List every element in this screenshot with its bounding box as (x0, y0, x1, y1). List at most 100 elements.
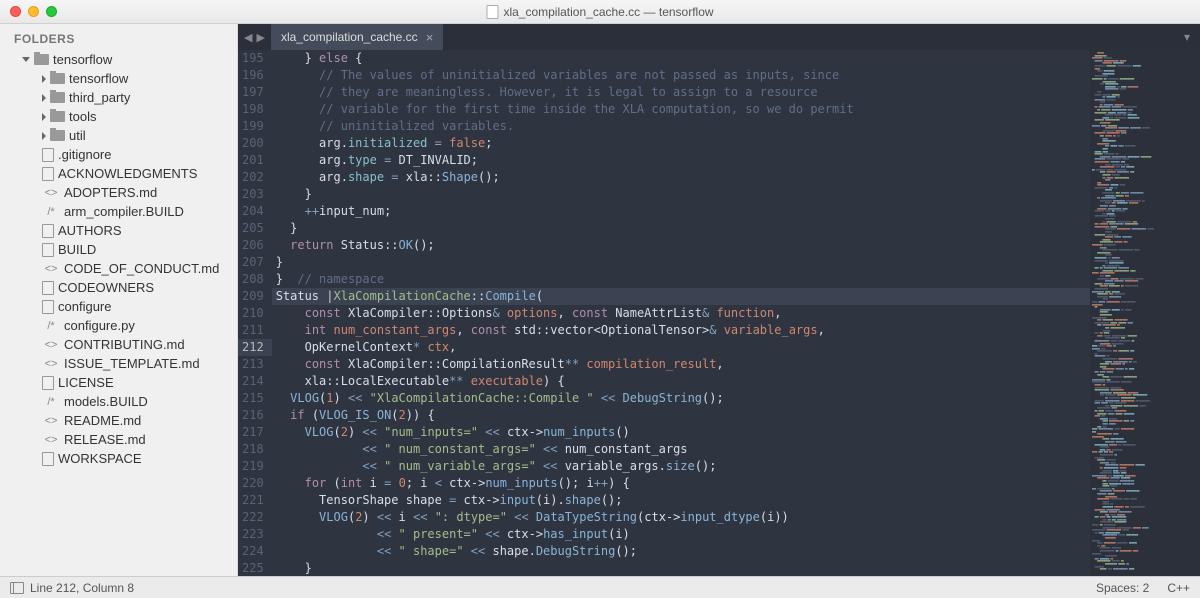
file-item[interactable]: BUILD (0, 240, 237, 259)
code-line[interactable]: } else { (272, 50, 1090, 67)
tab-menu-icon[interactable]: ▾ (1174, 24, 1200, 50)
file-item[interactable]: /*configure.py (0, 316, 237, 335)
language-status[interactable]: C++ (1167, 581, 1190, 595)
code-line[interactable]: } (272, 254, 1090, 271)
file-item[interactable]: <>ISSUE_TEMPLATE.md (0, 354, 237, 373)
gutter[interactable]: 1951961971981992002012022032042052062072… (238, 50, 272, 576)
tab-active[interactable]: xla_compilation_cache.cc × (271, 24, 443, 50)
line-number[interactable]: 203 (242, 186, 264, 203)
file-item[interactable]: <>CODE_OF_CONDUCT.md (0, 259, 237, 278)
line-number[interactable]: 209 (242, 288, 264, 305)
code-line[interactable]: // The values of uninitialized variables… (272, 67, 1090, 84)
line-number[interactable]: 206 (242, 237, 264, 254)
file-item[interactable]: ACKNOWLEDGMENTS (0, 164, 237, 183)
folder-item[interactable]: util (0, 126, 237, 145)
line-number[interactable]: 216 (242, 407, 264, 424)
editor[interactable]: 1951961971981992002012022032042052062072… (238, 50, 1200, 576)
code-line[interactable]: } (272, 560, 1090, 576)
folder-root[interactable]: tensorflow (0, 50, 237, 69)
line-number[interactable]: 196 (242, 67, 264, 84)
file-item[interactable]: <>ADOPTERS.md (0, 183, 237, 202)
line-number[interactable]: 202 (242, 169, 264, 186)
line-number[interactable]: 213 (242, 356, 264, 373)
code-line[interactable]: // variable for the first time inside th… (272, 101, 1090, 118)
chevron-right-icon[interactable] (42, 132, 46, 140)
line-number[interactable]: 210 (242, 305, 264, 322)
line-number[interactable]: 205 (242, 220, 264, 237)
code-line[interactable]: << " num_variable_args=" << variable_arg… (272, 458, 1090, 475)
file-item[interactable]: LICENSE (0, 373, 237, 392)
file-item[interactable]: .gitignore (0, 145, 237, 164)
code-line[interactable]: for (int i = 0; i < ctx->num_inputs(); i… (272, 475, 1090, 492)
code-line[interactable]: if (VLOG_IS_ON(2)) { (272, 407, 1090, 424)
line-number[interactable]: 217 (242, 424, 264, 441)
minimap[interactable]: ▄▄▄▄▄ ▄▄▄▄▄▄▄▄▄ ▄▄▄▄▄▄▄▄ ▄▄▄▄▄▄ ▄▄▄▄▄▄ ▄… (1090, 50, 1200, 576)
chevron-right-icon[interactable] (42, 113, 46, 121)
code-line[interactable]: xla::LocalExecutable** executable) { (272, 373, 1090, 390)
file-item[interactable]: /*models.BUILD (0, 392, 237, 411)
code-line[interactable]: } (272, 186, 1090, 203)
code-line[interactable]: arg.shape = xla::Shape(); (272, 169, 1090, 186)
line-number[interactable]: 222 (242, 509, 264, 526)
chevron-down-icon[interactable] (22, 57, 30, 62)
line-number[interactable]: 212 (238, 339, 272, 356)
folder-item[interactable]: tools (0, 107, 237, 126)
file-item[interactable]: /*arm_compiler.BUILD (0, 202, 237, 221)
file-item[interactable]: AUTHORS (0, 221, 237, 240)
code-line[interactable]: << " shape=" << shape.DebugString(); (272, 543, 1090, 560)
tab-next-icon[interactable]: ▶ (256, 31, 264, 44)
file-item[interactable]: CODEOWNERS (0, 278, 237, 297)
file-item[interactable]: <>README.md (0, 411, 237, 430)
chevron-right-icon[interactable] (42, 94, 46, 102)
code-line[interactable]: const XlaCompiler::CompilationResult** c… (272, 356, 1090, 373)
line-number[interactable]: 195 (242, 50, 264, 67)
code-line[interactable]: << " present=" << ctx->has_input(i) (272, 526, 1090, 543)
file-item[interactable]: configure (0, 297, 237, 316)
cursor-position[interactable]: Line 212, Column 8 (30, 581, 134, 595)
line-number[interactable]: 214 (242, 373, 264, 390)
line-number[interactable]: 198 (242, 101, 264, 118)
code-line[interactable]: OpKernelContext* ctx, (272, 339, 1090, 356)
line-number[interactable]: 219 (242, 458, 264, 475)
minimize-window-button[interactable] (28, 6, 39, 17)
file-item[interactable]: WORKSPACE (0, 449, 237, 468)
line-number[interactable]: 199 (242, 118, 264, 135)
line-number[interactable]: 224 (242, 543, 264, 560)
maximize-window-button[interactable] (46, 6, 57, 17)
line-number[interactable]: 204 (242, 203, 264, 220)
code-line[interactable]: int num_constant_args, const std::vector… (272, 322, 1090, 339)
line-number[interactable]: 218 (242, 441, 264, 458)
code-line[interactable]: TensorShape shape = ctx->input(i).shape(… (272, 492, 1090, 509)
code-area[interactable]: } else { // The values of uninitialized … (272, 50, 1090, 576)
code-line[interactable]: const XlaCompiler::Options& options, con… (272, 305, 1090, 322)
tab-prev-icon[interactable]: ◀ (244, 31, 252, 44)
chevron-right-icon[interactable] (42, 75, 46, 83)
line-number[interactable]: 225 (242, 560, 264, 576)
close-window-button[interactable] (10, 6, 21, 17)
tab-close-icon[interactable]: × (426, 30, 434, 45)
code-line[interactable]: return Status::OK(); (272, 237, 1090, 254)
line-number[interactable]: 207 (242, 254, 264, 271)
file-item[interactable]: <>CONTRIBUTING.md (0, 335, 237, 354)
folder-item[interactable]: third_party (0, 88, 237, 107)
code-line[interactable]: Status |XlaCompilationCache::Compile( (272, 288, 1090, 305)
code-line[interactable]: << " num_constant_args=" << num_constant… (272, 441, 1090, 458)
line-number[interactable]: 201 (242, 152, 264, 169)
line-number[interactable]: 215 (242, 390, 264, 407)
line-number[interactable]: 211 (242, 322, 264, 339)
panel-icon[interactable] (10, 582, 24, 594)
code-line[interactable]: VLOG(1) << "XlaCompilationCache::Compile… (272, 390, 1090, 407)
indent-status[interactable]: Spaces: 2 (1096, 581, 1149, 595)
line-number[interactable]: 221 (242, 492, 264, 509)
code-line[interactable]: arg.initialized = false; (272, 135, 1090, 152)
line-number[interactable]: 197 (242, 84, 264, 101)
file-item[interactable]: <>RELEASE.md (0, 430, 237, 449)
line-number[interactable]: 223 (242, 526, 264, 543)
code-line[interactable]: // uninitialized variables. (272, 118, 1090, 135)
code-line[interactable]: arg.type = DT_INVALID; (272, 152, 1090, 169)
code-line[interactable]: } (272, 220, 1090, 237)
code-line[interactable]: VLOG(2) << i << ": dtype=" << DataTypeSt… (272, 509, 1090, 526)
titlebar[interactable]: xla_compilation_cache.cc — tensorflow (0, 0, 1200, 24)
code-line[interactable]: // they are meaningless. However, it is … (272, 84, 1090, 101)
code-line[interactable]: } // namespace (272, 271, 1090, 288)
